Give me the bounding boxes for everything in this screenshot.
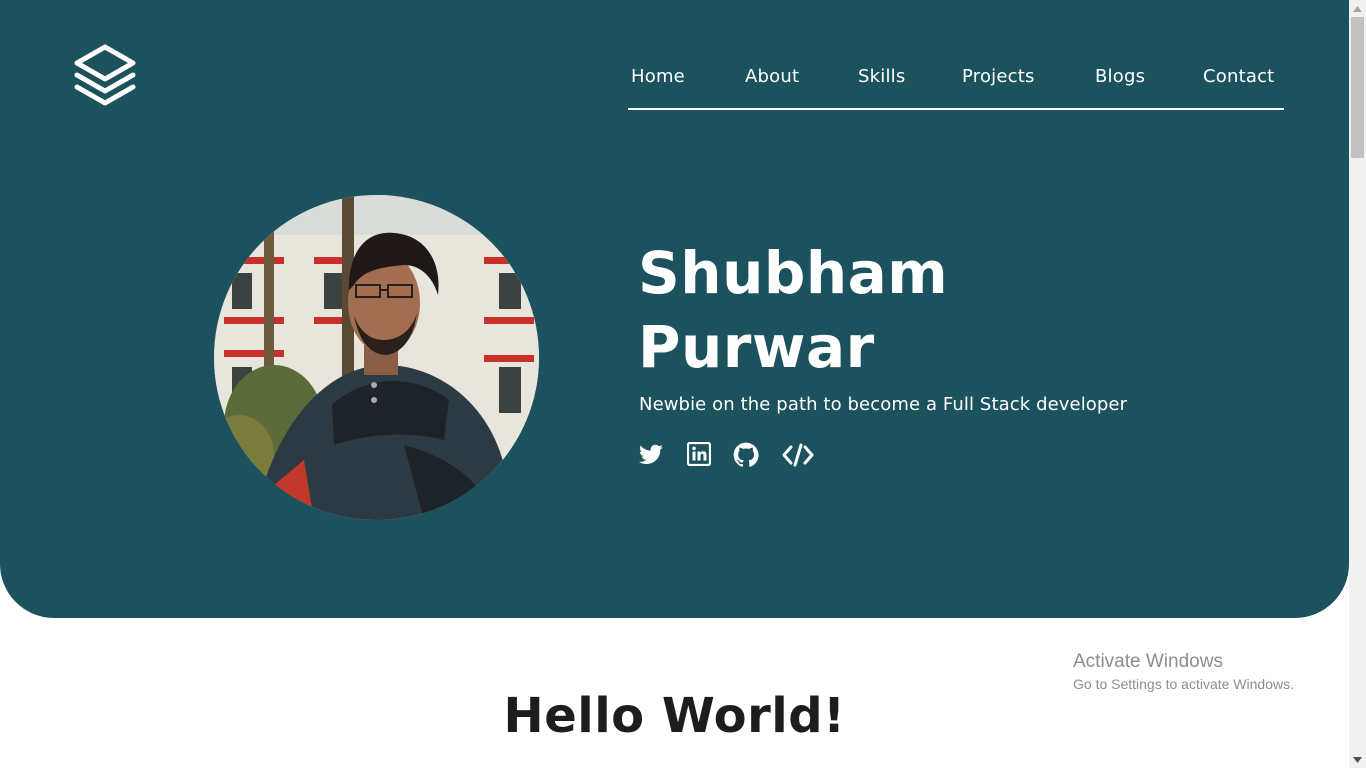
- nav-about[interactable]: About: [745, 66, 799, 87]
- nav-projects[interactable]: Projects: [962, 66, 1035, 87]
- twitter-icon[interactable]: [638, 442, 664, 473]
- scroll-up-arrow-icon[interactable]: [1349, 0, 1366, 17]
- code-icon[interactable]: [781, 442, 815, 473]
- logo-layers-icon[interactable]: [74, 44, 136, 106]
- name-first: Shubham: [638, 239, 949, 307]
- main-nav: Home About Skills Projects Blogs Contact: [628, 58, 1284, 110]
- activate-windows-watermark: Activate Windows Go to Settings to activ…: [1073, 650, 1294, 694]
- name-last: Purwar: [638, 313, 875, 381]
- hero-name: Shubham Purwar: [638, 236, 948, 384]
- hero-tagline: Newbie on the path to become a Full Stac…: [639, 394, 1128, 415]
- profile-photo: [214, 195, 539, 520]
- nav-skills[interactable]: Skills: [858, 66, 905, 87]
- scroll-down-arrow-icon[interactable]: [1349, 751, 1366, 768]
- page: Home About Skills Projects Blogs Contact: [0, 0, 1349, 768]
- section-heading: Hello World!: [503, 688, 846, 744]
- hero-section: Home About Skills Projects Blogs Contact: [0, 0, 1349, 618]
- linkedin-icon[interactable]: [686, 441, 712, 471]
- vertical-scrollbar[interactable]: [1349, 0, 1366, 768]
- watermark-subtitle: Go to Settings to activate Windows.: [1073, 676, 1294, 692]
- github-icon[interactable]: [733, 442, 759, 473]
- nav-home[interactable]: Home: [631, 66, 685, 87]
- nav-blogs[interactable]: Blogs: [1095, 66, 1145, 87]
- watermark-title: Activate Windows: [1073, 651, 1223, 672]
- nav-contact[interactable]: Contact: [1203, 66, 1274, 87]
- scrollbar-thumb[interactable]: [1351, 17, 1364, 158]
